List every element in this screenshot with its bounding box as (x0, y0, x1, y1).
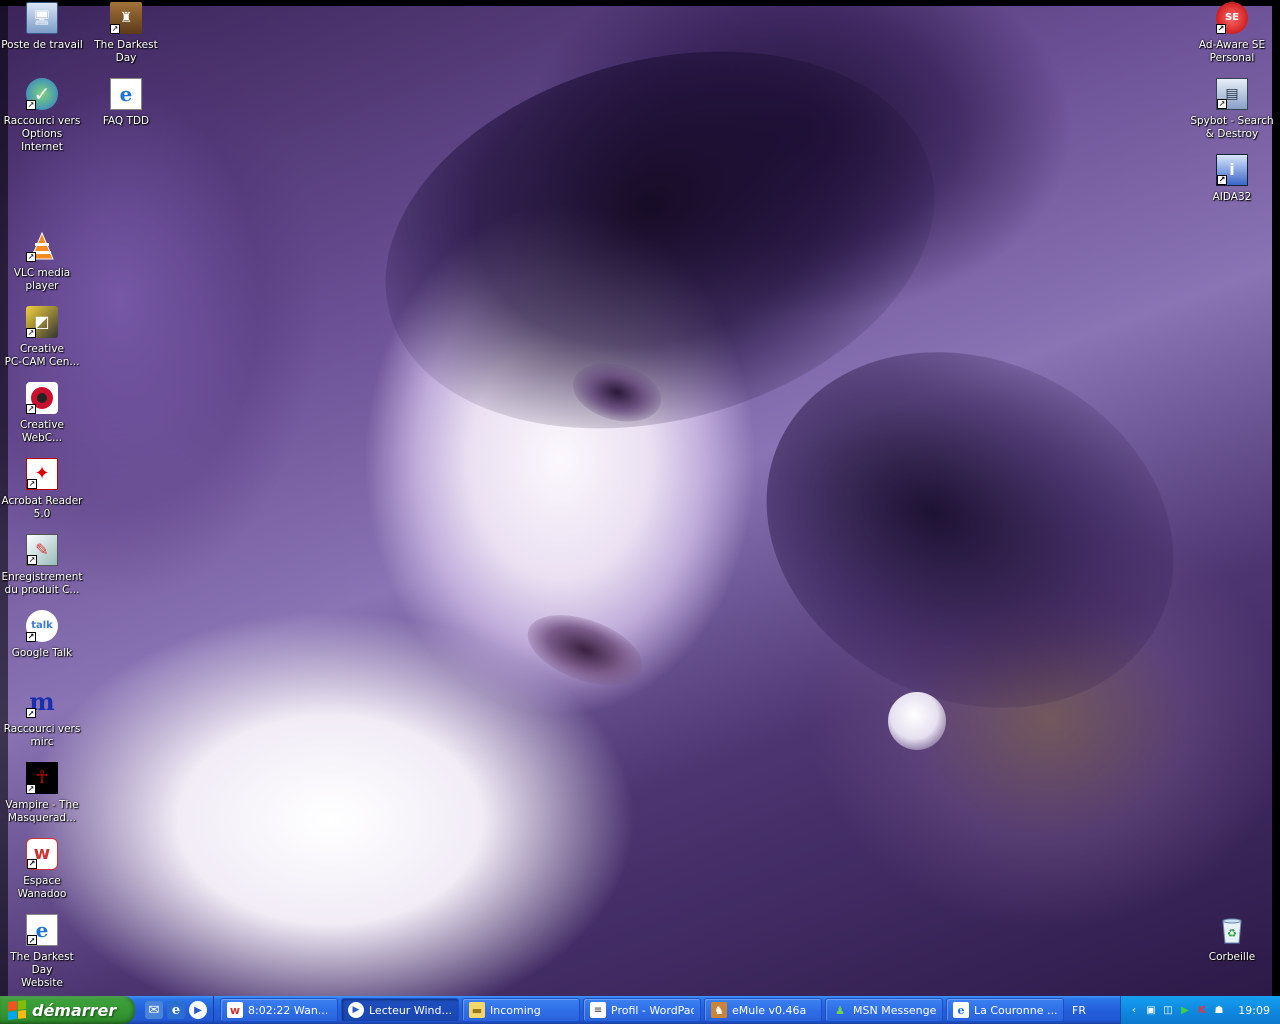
internet-explorer-icon[interactable]: e (167, 1001, 185, 1019)
desktop-icon-label: Acrobat Reader 5.0 (1, 495, 83, 520)
task-label: Lecteur Wind... (369, 1003, 452, 1017)
emule-icon: ♞ (711, 1002, 727, 1018)
task-label: Incoming (490, 1003, 541, 1017)
desktop-icon-webcam[interactable]: ↗ Creative WebC... (0, 382, 84, 445)
recycle-bin-icon: ♻ (1216, 914, 1248, 946)
desktop-icon-vlc[interactable]: ↗ VLC media player (0, 230, 84, 293)
task-label: eMule v0.46a (732, 1003, 807, 1017)
wanadoo-icon: w ↗ (26, 838, 58, 870)
desktop-icon-label: Raccourci vers Options Internet (3, 115, 81, 153)
ie-faq-icon: e (110, 78, 142, 110)
desktop-icon-label: Vampire - The Masquerad... (5, 799, 79, 824)
folder-icon: ▬ (469, 1002, 485, 1018)
desktop-wallpaper (0, 0, 1280, 996)
desktop-icon-label: FAQ TDD (102, 115, 150, 127)
desktop-icon-label: Creative PC-CAM Cen... (4, 343, 80, 368)
webcam-icon: ↗ (26, 382, 58, 414)
desktop-icon-label: Spybot - Search & Destroy (1190, 115, 1274, 140)
vampire-game-icon: ☥ ↗ (26, 762, 58, 794)
expand-icon[interactable]: ‹ (1127, 1003, 1141, 1017)
task-button-msn[interactable]: ♟ MSN Messenger (825, 998, 943, 1022)
antivirus-icon[interactable]: K (1195, 1003, 1209, 1017)
wallpaper-light-orb (888, 692, 946, 750)
desktop-icon-label: Raccourci vers mirc (3, 723, 81, 748)
ie-website-icon: e ↗ (26, 914, 58, 946)
desktop-icon-internet-options[interactable]: ✓ ↗ Raccourci vers Options Internet (0, 78, 84, 154)
svg-text:♻: ♻ (1227, 927, 1237, 940)
msn-icon: ♟ (835, 1003, 845, 1017)
desktop-icon-label: Espace Wanadoo (17, 875, 67, 900)
wallpaper-lips-shape (518, 601, 652, 699)
desktop-icon-acrobat-reader[interactable]: ✦ ↗ Acrobat Reader 5.0 (0, 458, 84, 521)
desktop-icon-darkest-day[interactable]: ♜ ↗ The Darkest Day (84, 2, 168, 65)
play-icon[interactable]: ▶ (1178, 1003, 1192, 1017)
desktop-icon-ad-aware[interactable]: SE ↗ Ad-Aware SE Personal (1190, 2, 1274, 65)
task-label: MSN Messenger (853, 1003, 936, 1017)
screen-right-border (1272, 0, 1280, 996)
language-indicator[interactable]: FR (1072, 1004, 1096, 1017)
desktop-icon-wanadoo[interactable]: w ↗ Espace Wanadoo (0, 838, 84, 901)
desktop-icon-darkest-day-website[interactable]: e ↗ The Darkest Day Website (0, 914, 84, 990)
internet-options-icon: ✓ ↗ (26, 78, 58, 110)
network2-icon[interactable]: ◫ (1161, 1003, 1175, 1017)
desktop-icon-vampire-game[interactable]: ☥ ↗ Vampire - The Masquerad... (0, 762, 84, 825)
taskbar: démarrer ✉ e ▶ w 8:02:22 Wan... ▶ Lecteu… (0, 996, 1280, 1024)
desktop-icon-recycle-bin[interactable]: ♻ Corbeille (1190, 914, 1274, 964)
wordpad-icon: ≡ (590, 1002, 606, 1018)
desktop-icon-label: Google Talk (11, 647, 73, 659)
task-button-incoming[interactable]: ▬ Incoming (462, 998, 580, 1022)
desktop-icon-label: AIDA32 (1212, 191, 1252, 203)
desktop-icon-label: VLC media player (13, 267, 71, 292)
task-label: Profil - WordPad (611, 1003, 694, 1017)
media-player-icon: ▶ (348, 1002, 364, 1018)
screen-top-border (0, 0, 1280, 6)
acrobat-reader-icon: ✦ ↗ (26, 458, 58, 490)
task-label: La Couronne ... (974, 1003, 1057, 1017)
google-talk-icon: talk ↗ (26, 610, 58, 642)
my-computer-icon: 🖥 (26, 2, 58, 34)
desktop-icon-label: The Darkest Day Website (10, 951, 74, 989)
vlc-icon: ↗ (26, 230, 58, 262)
task-button-emule[interactable]: ♞ eMule v0.46a (704, 998, 822, 1022)
clock[interactable]: 19:09 (1238, 1004, 1270, 1017)
aida32-icon: i ↗ (1216, 154, 1248, 186)
ie-icon: e (953, 1002, 969, 1018)
task-button-wanadoo[interactable]: w 8:02:22 Wan... (220, 998, 338, 1022)
media-player-icon[interactable]: ▶ (189, 1001, 207, 1019)
task-button-wordpad[interactable]: ≡ Profil - WordPad (583, 998, 701, 1022)
desktop-icon-label: Corbeille (1208, 951, 1256, 963)
task-button-la-couronne[interactable]: e La Couronne ... (946, 998, 1064, 1022)
spybot-icon: ▤ ↗ (1216, 78, 1248, 110)
desktop-icon-label: The Darkest Day (94, 39, 158, 64)
ad-aware-icon: SE ↗ (1216, 2, 1248, 34)
desktop-icon-label: Ad-Aware SE Personal (1198, 39, 1266, 64)
desktop-icon-label: Enregistrement du produit C... (1, 571, 83, 596)
spy-icon[interactable]: ☗ (1212, 1003, 1226, 1017)
outlook-express-icon[interactable]: ✉ (145, 1001, 163, 1019)
network-icon[interactable]: ▣ (1144, 1003, 1158, 1017)
taskbar-tasks: w 8:02:22 Wan... ▶ Lecteur Wind... ▬ Inc… (214, 996, 1064, 1024)
desktop-icon-aida32[interactable]: i ↗ AIDA32 (1190, 154, 1274, 204)
desktop-icon-label: Poste de travail (1, 39, 83, 51)
desktop-icon-label: Creative WebC... (19, 419, 65, 444)
desktop-icon-google-talk[interactable]: talk ↗ Google Talk (0, 610, 84, 660)
windows-logo-icon (8, 1000, 26, 1020)
product-registration-icon: ✎ ↗ (26, 534, 58, 566)
desktop-icon-product-registration[interactable]: ✎ ↗ Enregistrement du produit C... (0, 534, 84, 597)
wanadoo-icon: w (227, 1002, 243, 1018)
desktop-icon-mirc[interactable]: m ↗ Raccourci vers mirc (0, 686, 84, 749)
darkest-day-folder-icon: ♜ ↗ (110, 2, 142, 34)
pc-cam-center-icon: ◩ ↗ (26, 306, 58, 338)
system-tray: ‹ ▣ ◫ ▶ K ☗ 19:09 (1120, 996, 1280, 1024)
task-button-media-player[interactable]: ▶ Lecteur Wind... (341, 998, 459, 1022)
quick-launch-bar: ✉ e ▶ (135, 996, 214, 1024)
desktop-icon-pc-cam-center[interactable]: ◩ ↗ Creative PC-CAM Cen... (0, 306, 84, 369)
mirc-icon: m ↗ (26, 687, 55, 718)
start-button[interactable]: démarrer (0, 996, 135, 1024)
start-button-label: démarrer (32, 1000, 117, 1020)
desktop-icon-my-computer[interactable]: 🖥 Poste de travail (0, 2, 84, 52)
task-label: 8:02:22 Wan... (248, 1003, 329, 1017)
desktop-icon-spybot[interactable]: ▤ ↗ Spybot - Search & Destroy (1190, 78, 1274, 141)
desktop-icon-faq-tdd[interactable]: e FAQ TDD (84, 78, 168, 128)
